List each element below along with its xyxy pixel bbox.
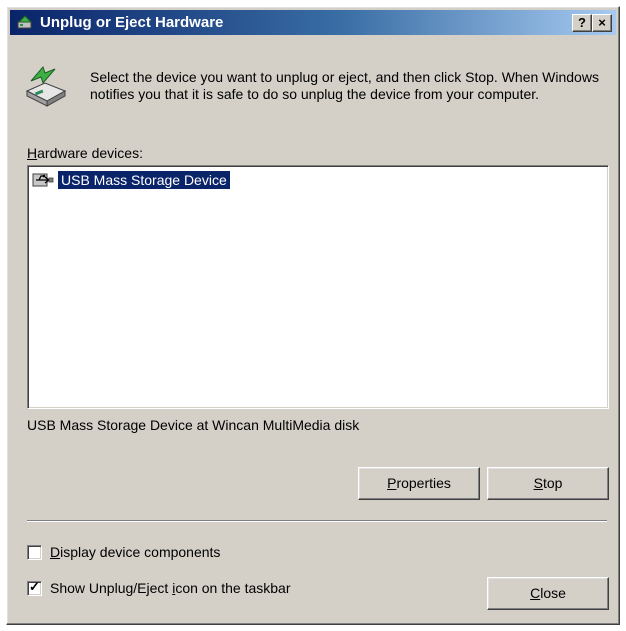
show-icon-option[interactable]: ✓ Show Unplug/Eject icon on the taskbar: [27, 578, 291, 596]
stop-accelerator: S: [533, 475, 543, 491]
separator: [27, 520, 607, 522]
title-close-button[interactable]: ×: [592, 14, 612, 32]
unplug-eject-dialog: Unplug or Eject Hardware ? × Select the …: [6, 6, 620, 625]
display-components-label-text: isplay device components: [60, 544, 221, 560]
display-components-accelerator: D: [50, 544, 61, 560]
list-item[interactable]: USB Mass Storage Device: [32, 170, 231, 190]
unplug-hardware-icon: [25, 66, 67, 107]
eject-hardware-icon: [17, 15, 33, 29]
hardware-devices-list[interactable]: USB Mass Storage Device: [27, 165, 609, 409]
usb-device-icon: [32, 173, 54, 187]
hardware-devices-label: Hardware devices:: [27, 145, 143, 161]
display-components-option[interactable]: Display device components: [27, 544, 220, 560]
list-item-label: USB Mass Storage Device: [57, 170, 231, 190]
checkmark-icon: ✓: [29, 578, 40, 594]
show-icon-checkbox[interactable]: ✓: [27, 578, 42, 596]
stop-button[interactable]: Stop: [487, 467, 609, 500]
show-icon-label: Show Unplug/Eject icon on the taskbar: [50, 580, 291, 596]
close-button[interactable]: Close: [487, 577, 609, 610]
device-status-text: USB Mass Storage Device at Wincan MultiM…: [27, 417, 360, 433]
hardware-label-text: ardware devices:: [37, 145, 143, 161]
properties-button[interactable]: Properties: [358, 467, 480, 500]
display-components-label: Display device components: [50, 544, 220, 560]
help-button[interactable]: ?: [572, 14, 592, 32]
properties-label: roperties: [396, 475, 451, 491]
hardware-label-accelerator: H: [27, 145, 38, 161]
show-icon-label-before: Show Unplug/Eject: [50, 580, 173, 596]
instructions-text: Select the device you want to unplug or …: [90, 69, 599, 102]
show-icon-label-after: con on the taskbar: [175, 580, 291, 596]
close-accelerator: C: [530, 585, 541, 601]
display-components-checkbox[interactable]: [27, 544, 42, 560]
close-label: lose: [540, 585, 566, 601]
window-title: Unplug or Eject Hardware: [40, 14, 224, 31]
title-bar[interactable]: Unplug or Eject Hardware ? ×: [10, 10, 616, 35]
stop-label: top: [542, 475, 563, 491]
